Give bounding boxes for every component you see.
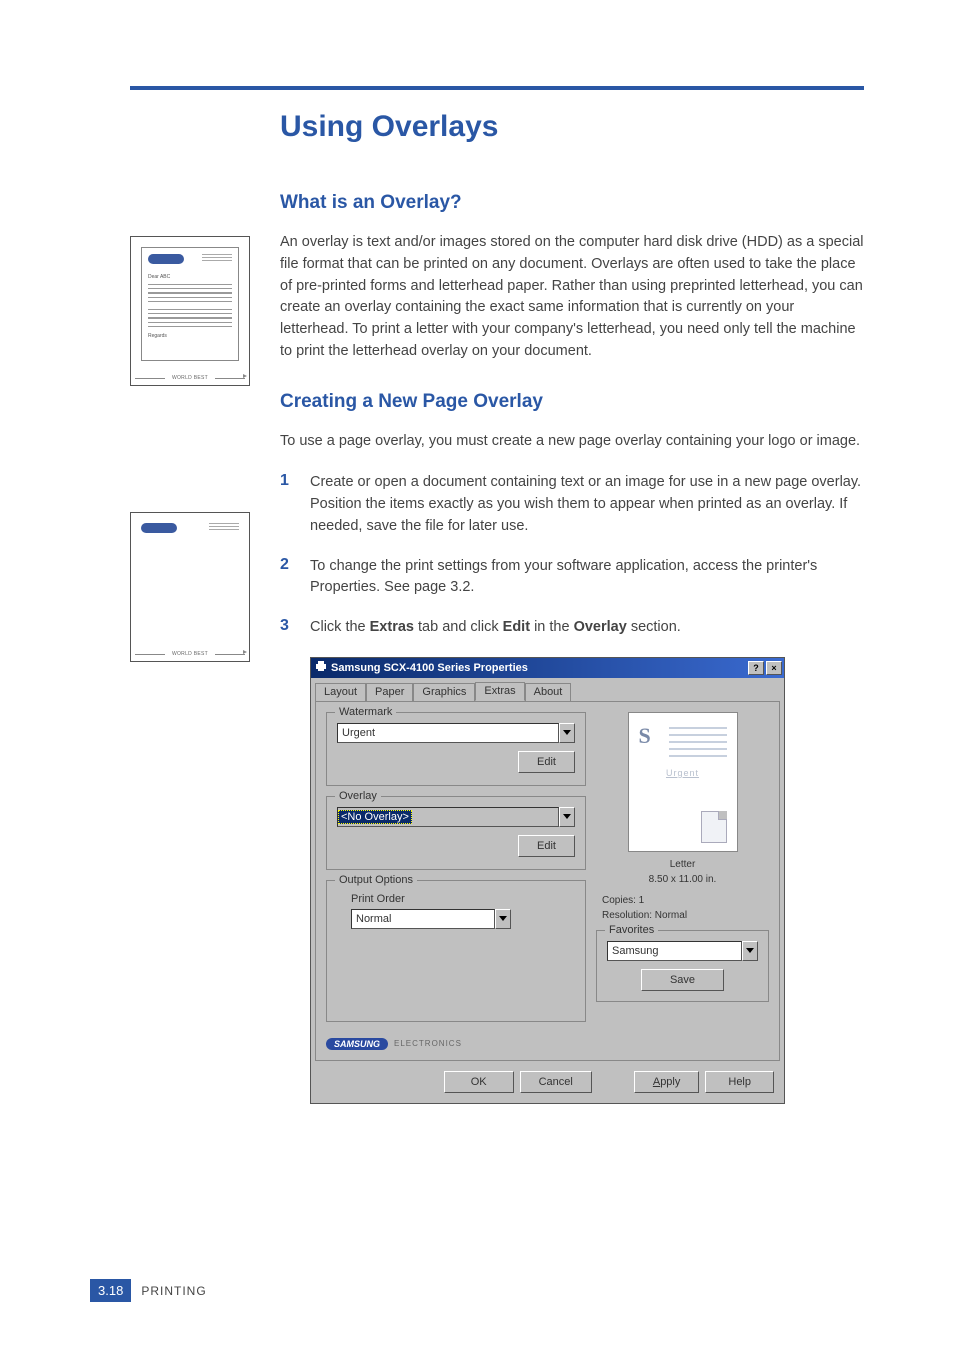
page-preview: S Urgent bbox=[628, 712, 738, 852]
watermark-combo[interactable]: Urgent bbox=[337, 723, 575, 743]
step-2: 2 To change the print settings from your… bbox=[280, 556, 864, 600]
step-1: 1 Create or open a document containing t… bbox=[280, 472, 864, 537]
preview-watermark-text: Urgent bbox=[629, 768, 737, 778]
letter-inner: Dear ABC Regards bbox=[141, 247, 239, 361]
section-heading-what-is-overlay: What is an Overlay? bbox=[280, 192, 864, 214]
tab-layout[interactable]: Layout bbox=[315, 683, 366, 702]
group-favorites: Favorites Samsung Save bbox=[596, 930, 769, 1002]
step-number: 1 bbox=[280, 472, 310, 537]
letter-box: Dear ABC Regards WORLD BEST bbox=[130, 236, 250, 386]
tab-about[interactable]: About bbox=[525, 683, 572, 702]
apply-button[interactable]: Apply bbox=[634, 1071, 700, 1093]
tab-panel-extras: Watermark Urgent Edit Overlay <No bbox=[315, 701, 780, 1061]
bold-overlay: Overlay bbox=[574, 619, 627, 635]
chevron-down-icon[interactable] bbox=[559, 723, 575, 743]
group-legend: Overlay bbox=[335, 790, 381, 802]
step-text: Click the Extras tab and click Edit in t… bbox=[310, 617, 681, 639]
content-column: Using Overlays What is an Overlay? An ov… bbox=[280, 110, 864, 1104]
group-legend: Output Options bbox=[335, 874, 417, 886]
page: Dear ABC Regards WORLD BEST bbox=[0, 0, 954, 1348]
tab-paper[interactable]: Paper bbox=[366, 683, 413, 702]
bold-extras: Extras bbox=[370, 619, 414, 635]
section-heading-creating-overlay: Creating a New Page Overlay bbox=[280, 391, 864, 413]
printer-icon bbox=[315, 660, 327, 675]
bold-edit: Edit bbox=[503, 619, 530, 635]
properties-dialog-screenshot: Samsung SCX-4100 Series Properties ? × L… bbox=[310, 657, 864, 1104]
group-overlay: Overlay <No Overlay> Edit bbox=[326, 796, 586, 870]
arrow-right-icon bbox=[243, 650, 247, 654]
illustration-letterhead-blank: WORLD BEST bbox=[130, 512, 250, 662]
arrow-right-icon bbox=[243, 374, 247, 378]
dialog-titlebar: Samsung SCX-4100 Series Properties ? × bbox=[311, 658, 784, 678]
overlay-value: <No Overlay> bbox=[338, 810, 412, 824]
favorites-value[interactable]: Samsung bbox=[607, 941, 742, 961]
page-title: Using Overlays bbox=[280, 110, 864, 144]
group-legend: Favorites bbox=[605, 924, 658, 936]
favorites-combo[interactable]: Samsung bbox=[607, 941, 758, 961]
step-text: Create or open a document containing tex… bbox=[310, 472, 864, 537]
t: Click the bbox=[310, 619, 370, 635]
watermark-edit-button[interactable]: Edit bbox=[518, 751, 575, 773]
apply-rest: pply bbox=[660, 1076, 680, 1088]
help-button[interactable]: Help bbox=[705, 1071, 774, 1093]
letter-dear: Dear ABC bbox=[148, 274, 232, 280]
group-legend: Watermark bbox=[335, 706, 396, 718]
preview-resolution: Resolution: Normal bbox=[602, 909, 769, 922]
tab-strip: Layout Paper Graphics Extras About bbox=[311, 678, 784, 701]
ok-button[interactable]: OK bbox=[444, 1071, 514, 1093]
preview-paper: Letter bbox=[596, 858, 769, 871]
steps-list: 1 Create or open a document containing t… bbox=[280, 472, 864, 639]
page-number-badge: 3.18 bbox=[90, 1279, 131, 1302]
step-number: 2 bbox=[280, 556, 310, 600]
section-intro-creating-overlay: To use a page overlay, you must create a… bbox=[280, 431, 864, 453]
properties-dialog: Samsung SCX-4100 Series Properties ? × L… bbox=[310, 657, 785, 1104]
print-order-label: Print Order bbox=[351, 893, 575, 905]
brand-sub: ELECTRONICS bbox=[394, 1039, 462, 1048]
overlay-edit-button[interactable]: Edit bbox=[518, 835, 575, 857]
page-footer: 3.18 PRINTING bbox=[90, 1279, 207, 1302]
preview-size: 8.50 x 11.00 in. bbox=[596, 873, 769, 886]
top-rule bbox=[130, 86, 864, 90]
watermark-value[interactable]: Urgent bbox=[337, 723, 559, 743]
samsung-logo: SAMSUNG bbox=[326, 1038, 388, 1050]
preview-s-letter: S bbox=[639, 723, 651, 749]
letter-regards: Regards bbox=[148, 333, 232, 339]
letter-box-2: WORLD BEST bbox=[130, 512, 250, 662]
print-order-combo[interactable]: Normal bbox=[351, 909, 511, 929]
step-3: 3 Click the Extras tab and click Edit in… bbox=[280, 617, 864, 639]
help-button[interactable]: ? bbox=[748, 661, 764, 675]
section-body-what-is-overlay: An overlay is text and/or images stored … bbox=[280, 232, 864, 363]
dialog-footer: OK Cancel Apply Help bbox=[311, 1065, 784, 1103]
apply-mnemonic: A bbox=[653, 1076, 660, 1088]
step-text: To change the print settings from your s… bbox=[310, 556, 864, 600]
favorites-save-button[interactable]: Save bbox=[641, 969, 724, 991]
t: section. bbox=[627, 619, 681, 635]
group-output-options: Output Options Print Order Normal bbox=[326, 880, 586, 1022]
brand-footer: SAMSUNG ELECTRONICS bbox=[326, 1032, 586, 1050]
preview-copies: Copies: 1 bbox=[602, 894, 769, 907]
preview-page-thumb bbox=[701, 811, 727, 843]
page-footer-label: PRINTING bbox=[141, 1284, 206, 1298]
samsung-logo-pill bbox=[141, 523, 177, 533]
overlay-combo[interactable]: <No Overlay> bbox=[337, 807, 575, 827]
step-number: 3 bbox=[280, 617, 310, 639]
group-watermark: Watermark Urgent Edit bbox=[326, 712, 586, 786]
world-best-caption: WORLD BEST bbox=[172, 375, 208, 381]
world-best-caption: WORLD BEST bbox=[172, 651, 208, 657]
chevron-down-icon[interactable] bbox=[559, 807, 575, 827]
t: tab and click bbox=[414, 619, 503, 635]
print-order-value[interactable]: Normal bbox=[351, 909, 495, 929]
samsung-logo-pill bbox=[148, 254, 184, 264]
overlay-value-wrap[interactable]: <No Overlay> bbox=[337, 807, 559, 827]
illustration-letter-with-text: Dear ABC Regards WORLD BEST bbox=[130, 236, 250, 386]
tab-graphics[interactable]: Graphics bbox=[413, 683, 475, 702]
close-button[interactable]: × bbox=[766, 661, 782, 675]
tab-extras[interactable]: Extras bbox=[475, 682, 524, 701]
t: in the bbox=[530, 619, 574, 635]
dialog-title: Samsung SCX-4100 Series Properties bbox=[331, 662, 528, 674]
cancel-button[interactable]: Cancel bbox=[520, 1071, 592, 1093]
chevron-down-icon[interactable] bbox=[742, 941, 758, 961]
chevron-down-icon[interactable] bbox=[495, 909, 511, 929]
